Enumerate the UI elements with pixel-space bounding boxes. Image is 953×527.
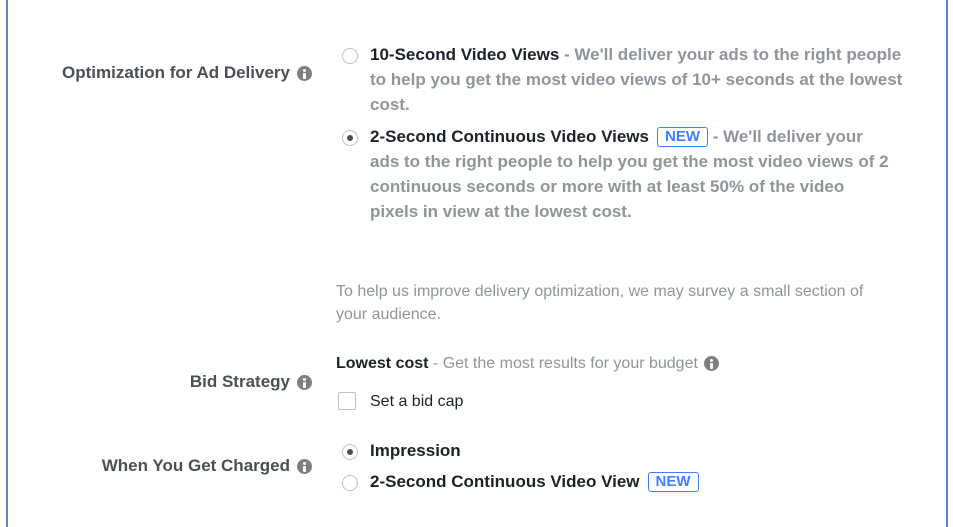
info-icon[interactable] xyxy=(297,65,312,81)
new-badge: NEW xyxy=(647,472,699,492)
bid-cap-label[interactable]: Set a bid cap xyxy=(370,390,463,413)
radio-2-second-view[interactable] xyxy=(342,475,358,491)
bid-strategy-label-wrap: Bid Strategy xyxy=(190,372,312,392)
info-icon[interactable] xyxy=(297,458,312,474)
optimization-label: Optimization for Ad Delivery xyxy=(62,63,290,82)
option-2-second-view[interactable]: 2-Second Continuous Video View NEW xyxy=(370,469,699,494)
optimization-label-row: Optimization for Ad Delivery xyxy=(8,63,312,87)
option-2-second-view-title: 2-Second Continuous Video View xyxy=(370,472,640,491)
radio-impression[interactable] xyxy=(342,444,358,460)
info-icon[interactable] xyxy=(297,374,312,390)
survey-note: To help us improve delivery optimization… xyxy=(336,283,864,323)
charged-label-row: When You Get Charged xyxy=(8,456,312,480)
charged-label-wrap: When You Get Charged xyxy=(102,456,312,476)
charged-label: When You Get Charged xyxy=(101,456,290,475)
radio-10-second-views[interactable] xyxy=(342,48,358,64)
radio-2-second-views[interactable] xyxy=(342,130,358,146)
info-icon[interactable] xyxy=(703,356,719,371)
option-2-second-views[interactable]: 2-Second Continuous Video Views NEW - We'… xyxy=(370,124,895,224)
option-10-second-title: 10-Second Video Views xyxy=(370,45,560,64)
bid-strategy-label: Bid Strategy xyxy=(189,372,290,391)
option-10-second-views[interactable]: 10-Second Video Views - We'll deliver yo… xyxy=(370,42,910,117)
option-2-second-title: 2-Second Continuous Video Views xyxy=(370,127,649,146)
bid-cap-checkbox[interactable] xyxy=(338,392,356,410)
settings-panel: Optimization for Ad Delivery 10-Second V… xyxy=(6,0,948,527)
new-badge: NEW xyxy=(656,127,708,147)
bid-strategy-value: Lowest cost xyxy=(336,355,429,372)
optimization-label-wrap: Optimization for Ad Delivery xyxy=(62,63,312,83)
option-impression[interactable]: Impression xyxy=(370,438,461,463)
bid-strategy-description: - Get the most results for your budget xyxy=(428,355,698,372)
bid-strategy-value-row: Lowest cost - Get the most results for y… xyxy=(336,352,896,375)
bid-strategy-label-row: Bid Strategy xyxy=(8,372,312,396)
